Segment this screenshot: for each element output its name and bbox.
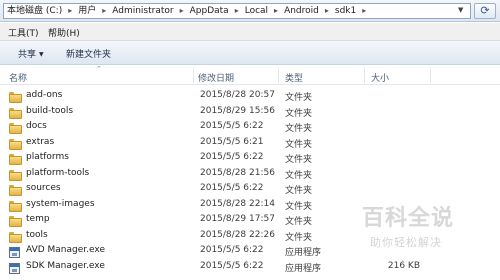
file-row[interactable]: sources 2015/5/5 6:22 文件夹: [0, 181, 500, 197]
file-date: 2015/8/29 15:56: [200, 105, 275, 116]
file-type: 文件夹: [285, 170, 313, 181]
file-type: 文件夹: [285, 155, 313, 165]
file-row[interactable]: extras 2015/5/5 6:21 文件夹: [0, 135, 500, 151]
breadcrumb-separator-icon[interactable]: ▸: [319, 4, 335, 18]
column-name[interactable]: 名称: [9, 71, 27, 84]
breadcrumb-separator-icon[interactable]: ▸: [229, 4, 245, 18]
watermark: 百科全说 助你轻松解决: [322, 196, 500, 258]
refresh-icon[interactable]: ⟳: [474, 3, 496, 19]
folder-icon: [9, 183, 22, 196]
folder-icon: [9, 106, 22, 119]
caret-down-icon: ▼: [39, 51, 44, 58]
file-row[interactable]: platform-tools 2015/8/28 21:56 文件夹: [0, 166, 500, 182]
file-name: build-tools: [26, 105, 74, 116]
exe-icon: [9, 245, 22, 258]
column-size[interactable]: 大小: [371, 71, 389, 84]
share-button[interactable]: 共享 ▼: [18, 47, 44, 60]
column-divider[interactable]: [364, 67, 365, 83]
file-type: 文件夹: [285, 93, 313, 103]
file-name: docs: [26, 121, 47, 131]
file-row[interactable]: SDK Manager.exe 2015/5/5 6:22 应用程序 216 K…: [0, 259, 500, 275]
address-field[interactable]: 本地磁盘 (C:) ▸ 用户 ▸ Administrator ▸ AppData ▸ Local…: [3, 3, 471, 19]
folder-icon: [9, 168, 22, 181]
file-name: platforms: [26, 152, 69, 162]
file-row[interactable]: build-tools 2015/8/29 15:56 文件夹: [0, 104, 500, 120]
file-type: 文件夹: [285, 139, 313, 150]
breadcrumb-sdk1[interactable]: sdk1: [335, 4, 356, 18]
file-size: 216 KB: [387, 260, 420, 271]
breadcrumb-local[interactable]: Local: [245, 4, 268, 18]
file-date: 2015/8/28 22:14: [200, 198, 275, 209]
file-row[interactable]: add-ons 2015/8/28 20:57 文件夹: [0, 88, 500, 104]
share-label: 共享: [18, 50, 37, 60]
column-type[interactable]: 类型: [285, 71, 303, 84]
file-name: tools: [26, 229, 48, 240]
address-bar: 本地磁盘 (C:) ▸ 用户 ▸ Administrator ▸ AppData ▸ Local…: [0, 0, 500, 22]
file-name: temp: [26, 214, 50, 224]
file-type: 应用程序: [285, 263, 322, 274]
file-name: platform-tools: [26, 167, 90, 178]
file-name: SDK Manager.exe: [26, 260, 105, 271]
folder-icon: [9, 214, 22, 227]
folder-icon: [9, 152, 22, 165]
exe-icon: [9, 261, 22, 274]
breadcrumb-android[interactable]: Android: [284, 4, 319, 18]
file-name: extras: [26, 136, 55, 147]
breadcrumb-separator-icon[interactable]: ▸: [174, 4, 190, 18]
watermark-title: 百科全说: [362, 206, 455, 231]
file-name: AVD Manager.exe: [26, 245, 105, 255]
breadcrumb-separator-icon[interactable]: ▸: [268, 4, 284, 18]
file-type: 文件夹: [285, 232, 313, 243]
folder-icon: [9, 199, 22, 212]
folder-icon: [9, 121, 22, 134]
breadcrumb-local-disk[interactable]: 本地磁盘 (C:): [7, 4, 62, 18]
file-date: 2015/8/28 20:57: [200, 90, 275, 100]
file-name: system-images: [26, 198, 95, 209]
file-name: sources: [26, 183, 61, 193]
folder-icon: [9, 230, 22, 243]
breadcrumb-separator-icon[interactable]: ▸: [356, 4, 372, 18]
file-date: 2015/5/5 6:22: [200, 183, 264, 193]
command-bar: 共享 ▼ 新建文件夹: [0, 41, 500, 65]
menu-tools[interactable]: 工具(T): [8, 26, 39, 39]
file-date: 2015/8/29 17:57: [200, 214, 275, 224]
file-date: 2015/5/5 6:22: [200, 260, 264, 271]
watermark-subtitle: 助你轻松解决: [370, 236, 442, 249]
file-type: 文件夹: [285, 186, 313, 196]
file-type: 文件夹: [285, 217, 313, 227]
explorer-window: 本地磁盘 (C:) ▸ 用户 ▸ Administrator ▸ AppData ▸ Local…: [0, 0, 500, 280]
menu-help[interactable]: 帮助(H): [48, 26, 80, 39]
breadcrumb-separator-icon[interactable]: ▸: [62, 4, 78, 18]
breadcrumb-appdata[interactable]: AppData: [190, 4, 229, 18]
file-type: 文件夹: [285, 201, 313, 212]
file-date: 2015/5/5 6:22: [200, 245, 264, 255]
sort-up-icon: ⌃: [96, 65, 102, 73]
folder-icon: [9, 90, 22, 103]
breadcrumb-separator-icon[interactable]: ▸: [96, 4, 112, 18]
file-row[interactable]: docs 2015/5/5 6:22 文件夹: [0, 119, 500, 135]
file-type: 文件夹: [285, 124, 313, 134]
chevron-down-icon[interactable]: ▼: [458, 6, 463, 14]
file-date: 2015/5/5 6:22: [200, 152, 264, 162]
file-row[interactable]: platforms 2015/5/5 6:22 文件夹: [0, 150, 500, 166]
column-divider[interactable]: [430, 67, 431, 83]
file-date: 2015/5/5 6:22: [200, 121, 264, 131]
new-folder-button[interactable]: 新建文件夹: [66, 47, 111, 60]
breadcrumb-users[interactable]: 用户: [78, 4, 96, 18]
file-date: 2015/5/5 6:21: [200, 136, 264, 147]
breadcrumb-administrator[interactable]: Administrator: [112, 4, 173, 18]
column-divider[interactable]: [193, 67, 194, 83]
column-divider[interactable]: [278, 67, 279, 83]
folder-icon: [9, 137, 22, 150]
file-date: 2015/8/28 22:26: [200, 229, 275, 240]
menu-bar: 工具(T) 帮助(H): [0, 23, 500, 41]
file-date: 2015/8/28 21:56: [200, 167, 275, 178]
file-name: add-ons: [26, 90, 63, 100]
file-type: 文件夹: [285, 108, 313, 119]
file-type: 应用程序: [285, 248, 322, 258]
column-header: ⌃ 名称 修改日期 类型 大小: [0, 65, 500, 85]
column-date[interactable]: 修改日期: [198, 71, 234, 84]
